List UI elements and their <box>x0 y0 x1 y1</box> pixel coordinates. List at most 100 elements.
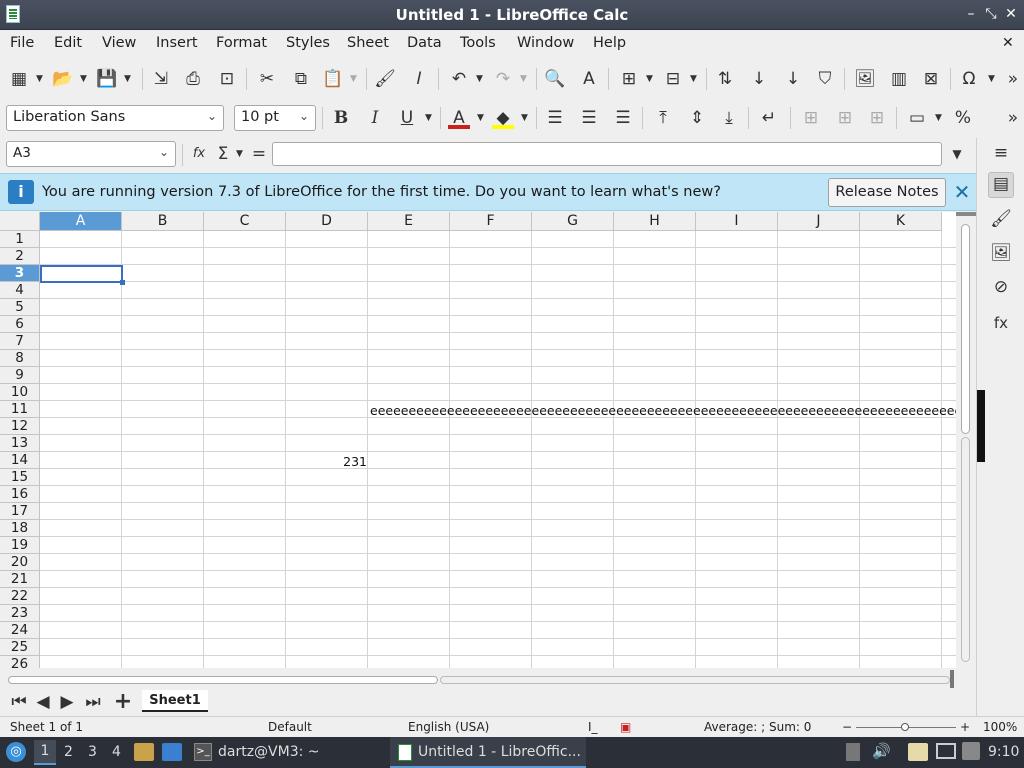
clock[interactable]: 9:10 <box>988 744 1019 760</box>
horizontal-scrollbar[interactable] <box>0 668 976 688</box>
export-icon[interactable]: ⇲ <box>150 68 172 90</box>
open-dropdown-icon[interactable]: ▼ <box>80 74 87 84</box>
vertical-scroll-track[interactable] <box>961 437 970 662</box>
workspace-1[interactable]: 1 <box>34 740 56 765</box>
merge-cells-icon[interactable]: ⊞ <box>800 107 822 129</box>
cut-icon[interactable]: ✂ <box>256 68 278 90</box>
notes-icon[interactable] <box>908 743 928 761</box>
workspace-2[interactable]: 2 <box>64 744 73 760</box>
split-handle[interactable] <box>950 670 954 688</box>
column-header-J[interactable]: J <box>778 212 860 231</box>
pivot-table-icon[interactable]: ⊠ <box>920 68 942 90</box>
selection-mode-icon[interactable]: I_ <box>588 720 598 734</box>
column-header-C[interactable]: C <box>204 212 286 231</box>
sidebar-collapse-handle[interactable] <box>977 390 985 462</box>
open-icon[interactable]: 📂 <box>52 68 74 90</box>
center-vertically-icon[interactable]: ⇕ <box>686 107 708 129</box>
column-header-I[interactable]: I <box>696 212 778 231</box>
zoom-level[interactable]: 100% <box>983 720 1017 734</box>
align-top-icon[interactable]: ⤒ <box>652 107 674 129</box>
bold-icon[interactable]: B <box>330 107 352 129</box>
add-sheet-icon[interactable]: + <box>112 691 134 713</box>
find-replace-icon[interactable]: 🔍 <box>544 68 566 90</box>
merge-center-icon[interactable]: ⊞ <box>834 107 856 129</box>
special-character-dropdown-icon[interactable]: ▼ <box>988 74 995 84</box>
expand-formula-bar-icon[interactable]: ▼ <box>946 143 968 165</box>
currency-icon[interactable]: ▭ <box>906 107 928 129</box>
row-header-26[interactable]: 26 <box>0 656 40 668</box>
row-header-16[interactable]: 16 <box>0 486 40 503</box>
menu-sheet[interactable]: Sheet <box>347 35 389 51</box>
menu-window[interactable]: Window <box>517 35 574 51</box>
clear-formatting-icon[interactable]: 𝐼 <box>408 68 430 90</box>
paste-icon[interactable]: 📋 <box>322 68 344 90</box>
wrap-text-icon[interactable]: ↵ <box>758 107 780 129</box>
volume-icon[interactable]: 🔊 <box>872 742 891 760</box>
vertical-scrollbar[interactable] <box>956 212 976 668</box>
tray-clipboard-icon[interactable] <box>846 743 860 761</box>
language[interactable]: English (USA) <box>408 720 489 734</box>
row-header-12[interactable]: 12 <box>0 418 40 435</box>
row-header-22[interactable]: 22 <box>0 588 40 605</box>
document-modified-icon[interactable]: ▣ <box>620 720 631 734</box>
column-header-F[interactable]: F <box>450 212 532 231</box>
save-icon[interactable]: 💾 <box>96 68 118 90</box>
function-wizard-icon[interactable]: fx <box>188 143 210 165</box>
styles-icon[interactable]: 🖌 <box>990 208 1012 230</box>
row-dropdown-icon[interactable]: ▼ <box>646 74 653 84</box>
vertical-scroll-thumb[interactable] <box>961 224 970 434</box>
italic-icon[interactable]: I <box>364 107 386 129</box>
next-sheet-icon[interactable]: ▶ <box>56 691 78 713</box>
highlight-color-icon[interactable]: ◆ <box>492 107 514 129</box>
column-icon[interactable]: ⊟ <box>662 68 684 90</box>
previous-sheet-icon[interactable]: ◀ <box>32 691 54 713</box>
copy-icon[interactable]: ⧉ <box>290 68 312 90</box>
row-header-11[interactable]: 11 <box>0 401 40 418</box>
more-formatting-icon[interactable]: » <box>1004 107 1022 129</box>
sort-ascending-icon[interactable]: ↓ <box>748 68 770 90</box>
column-header-A[interactable]: A <box>40 212 122 231</box>
minimize-icon[interactable]: – <box>962 4 980 24</box>
release-notes-button[interactable]: Release Notes <box>828 178 946 207</box>
sort-descending-icon[interactable]: ↓ <box>782 68 804 90</box>
taskbar-calc[interactable]: Untitled 1 - LibreOffic... <box>418 744 581 760</box>
spreadsheet-grid[interactable]: ABCDEFGHIJK 1 2 3 4 5 6 7 8 9 10 11 12 13 14 15 16 17 18 1… <box>0 212 956 668</box>
column-header-G[interactable]: G <box>532 212 614 231</box>
clone-formatting-icon[interactable]: 🖌 <box>374 68 396 90</box>
row-header-14[interactable]: 14 <box>0 452 40 469</box>
print-icon[interactable]: ⎙ <box>182 68 204 90</box>
row-header-13[interactable]: 13 <box>0 435 40 452</box>
column-header-K[interactable]: K <box>860 212 942 231</box>
underline-icon[interactable]: U <box>396 107 418 129</box>
menu-tools[interactable]: Tools <box>460 35 496 51</box>
restore-icon[interactable]: ⤡ <box>982 4 1000 24</box>
menu-edit[interactable]: Edit <box>54 35 82 51</box>
split-handle[interactable] <box>956 212 976 216</box>
menu-styles[interactable]: Styles <box>286 35 330 51</box>
row-header-15[interactable]: 15 <box>0 469 40 486</box>
taskbar-terminal[interactable]: dartz@VM3: ~ <box>218 744 320 760</box>
paste-dropdown-icon[interactable]: ▼ <box>350 74 357 84</box>
row-header-5[interactable]: 5 <box>0 299 40 316</box>
new-dropdown-icon[interactable]: ▼ <box>36 74 43 84</box>
align-left-icon[interactable]: ☰ <box>544 107 566 129</box>
more-toolbar-icon[interactable]: » <box>1004 68 1022 90</box>
row-header-10[interactable]: 10 <box>0 384 40 401</box>
sum-dropdown-icon[interactable]: ▼ <box>236 149 243 159</box>
row-header-8[interactable]: 8 <box>0 350 40 367</box>
navigator-icon[interactable]: ⊘ <box>990 276 1012 298</box>
redo-icon[interactable]: ↷ <box>492 68 514 90</box>
page-style[interactable]: Default <box>268 720 312 734</box>
last-sheet-icon[interactable]: ⏭ <box>82 691 104 713</box>
print-preview-icon[interactable]: ⊡ <box>216 68 238 90</box>
menu-insert[interactable]: Insert <box>156 35 198 51</box>
zoom-out-icon[interactable]: − <box>842 720 852 734</box>
menu-format[interactable]: Format <box>216 35 267 51</box>
row-icon[interactable]: ⊞ <box>618 68 640 90</box>
row-header-17[interactable]: 17 <box>0 503 40 520</box>
undo-icon[interactable]: ↶ <box>448 68 470 90</box>
sidebar-menu-icon[interactable]: ≡ <box>990 142 1012 164</box>
workspace-4[interactable]: 4 <box>112 744 121 760</box>
close-window-icon[interactable]: ✕ <box>1002 4 1020 24</box>
font-size-combo[interactable]: 10 pt ⌄ <box>234 105 316 131</box>
